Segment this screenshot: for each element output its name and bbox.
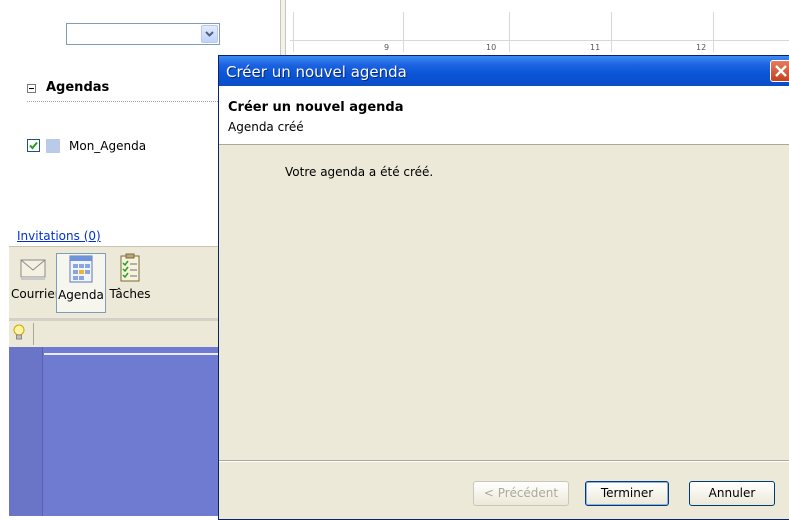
calendar-grid-line [293, 12, 294, 52]
dialog-window-title: Créer un nouvel agenda [226, 63, 407, 81]
chevron-down-icon[interactable] [201, 25, 218, 43]
left-edge [0, 0, 9, 516]
day-number: 10 [486, 43, 497, 52]
calendar-combo[interactable] [66, 23, 220, 45]
new-calendar-dialog: Créer un nouvel agenda Créer un nouvel a… [218, 55, 789, 520]
day-number: 12 [696, 43, 707, 52]
mail-icon [18, 253, 48, 283]
day-number: 11 [590, 43, 601, 52]
calendars-section-title: Agendas [46, 80, 110, 95]
calendar-grid-line [509, 12, 510, 52]
finish-button[interactable]: Terminer [585, 481, 669, 506]
footer-divider [219, 460, 789, 462]
nav-tasks-label: Tâches [109, 287, 151, 301]
tasks-icon [115, 253, 145, 283]
nav-mail-label: Courrier [11, 287, 60, 301]
nav-mail-button[interactable]: Courrier [11, 253, 60, 313]
day-number: 9 [384, 43, 390, 52]
calendar-color-swatch [46, 139, 60, 153]
lightbulb-icon[interactable] [13, 324, 25, 345]
calendar-grid-line [403, 12, 404, 52]
calendar-grid-line [611, 12, 612, 52]
nav-calendar-label: Agenda [58, 288, 104, 302]
dialog-header: Créer un nouvel agenda Agenda créé [219, 86, 789, 145]
cancel-button[interactable]: Annuler [689, 481, 775, 506]
calendar-grid-line [290, 40, 789, 41]
invitations-link[interactable]: Invitations (0) [17, 229, 101, 243]
calendar-icon [66, 254, 96, 284]
nav-calendar-button[interactable]: Agenda [56, 253, 106, 313]
dialog-header-title: Créer un nouvel agenda [228, 100, 404, 115]
calendar-grid-line [713, 12, 714, 52]
calendar-name: Mon_Agenda [69, 139, 147, 153]
dialog-header-subtitle: Agenda créé [228, 120, 304, 134]
dialog-titlebar[interactable]: Créer un nouvel agenda [219, 56, 789, 86]
nav-tasks-button[interactable]: Tâches [107, 253, 153, 313]
dialog-message: Votre agenda a été créé. [285, 165, 434, 179]
previous-button[interactable]: < Précédent [473, 481, 569, 506]
close-icon[interactable] [770, 60, 789, 82]
calendar-checkbox[interactable] [27, 139, 40, 152]
mini-view-column [9, 347, 43, 516]
